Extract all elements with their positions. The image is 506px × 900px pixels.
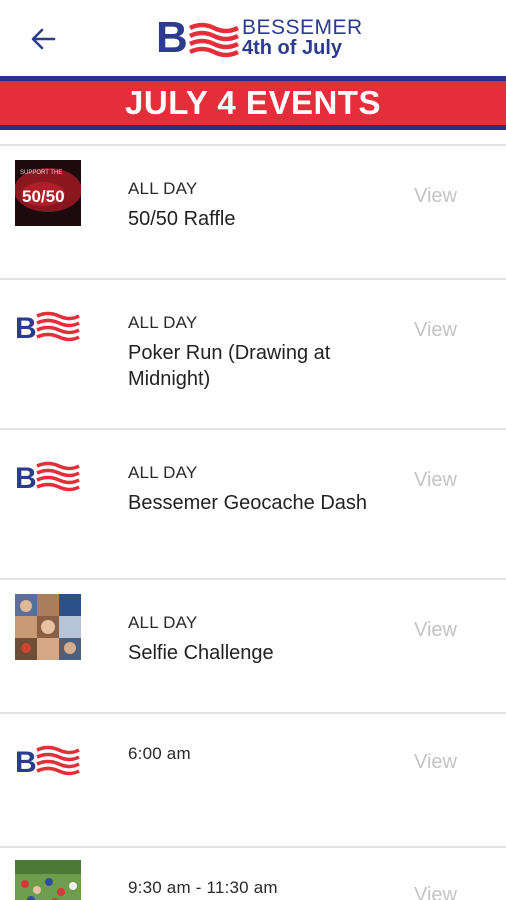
event-title: Bessemer Geocache Dash	[128, 492, 368, 514]
app-header: B BESSEMER 4th of July	[0, 0, 506, 76]
flag-stripes-icon	[188, 22, 240, 58]
bessemer-logo-icon: B	[15, 745, 80, 778]
event-time: ALL DAY	[128, 613, 198, 632]
svg-text:B: B	[15, 312, 37, 344]
event-time: ALL DAY	[128, 179, 198, 198]
logo-letter: B	[156, 13, 188, 62]
svg-text:B: B	[15, 462, 37, 494]
view-link[interactable]: View	[414, 185, 457, 208]
bessemer-logo-icon: B	[15, 311, 80, 344]
app-screen: B BESSEMER 4th of July JULY 4 EVENTS SUP…	[0, 0, 506, 900]
event-row[interactable]: SUPPORT THE 50/50 ALL DAY 50/50 Raffle V…	[0, 146, 506, 278]
section-banner: JULY 4 EVENTS	[0, 81, 506, 125]
event-row[interactable]: B 6:00 am View	[0, 714, 506, 846]
event-thumbnail: SUPPORT THE 50/50	[15, 160, 81, 226]
banner-title: JULY 4 EVENTS	[125, 84, 381, 121]
view-link[interactable]: View	[414, 751, 457, 774]
event-thumbnail	[15, 860, 81, 900]
view-link[interactable]: View	[414, 469, 457, 492]
event-title: 50/50 Raffle	[128, 208, 236, 230]
raffle-thumb-small-text: SUPPORT THE	[20, 170, 62, 176]
back-button[interactable]	[22, 20, 64, 58]
raffle-thumb-text: 50/50	[22, 187, 65, 206]
arrow-left-icon	[31, 28, 56, 50]
event-title: Selfie Challenge	[128, 642, 274, 664]
banner-bottom-stripe	[0, 125, 506, 130]
event-row[interactable]: ALL DAY Selfie Challenge View	[0, 580, 506, 712]
svg-text:B: B	[15, 746, 37, 778]
logo-title: BESSEMER	[242, 16, 363, 39]
crowd-park-photo	[15, 860, 81, 900]
event-time: ALL DAY	[128, 463, 198, 482]
event-time: 9:30 am - 11:30 am	[128, 878, 278, 897]
bessemer-logo: B BESSEMER 4th of July	[156, 13, 362, 64]
event-row[interactable]: B ALL DAY Bessemer Geocache Dash View	[0, 430, 506, 578]
view-link[interactable]: View	[414, 619, 457, 642]
event-time: 6:00 am	[128, 744, 191, 763]
event-title: Poker Run (Drawing at Midnight)	[128, 342, 331, 390]
event-time: ALL DAY	[128, 313, 198, 332]
view-link[interactable]: View	[414, 884, 457, 900]
event-thumbnail	[15, 594, 81, 660]
view-link[interactable]: View	[414, 319, 457, 342]
selfie-collage-photo	[15, 594, 81, 660]
logo-subtitle: 4th of July	[242, 37, 343, 59]
event-row[interactable]: B ALL DAY Poker Run (Drawing at Midnight…	[0, 280, 506, 428]
bessemer-logo-icon: B	[15, 461, 80, 494]
event-row[interactable]: 9:30 am - 11:30 am View	[0, 848, 506, 900]
raffle-photo: SUPPORT THE 50/50	[15, 160, 81, 226]
